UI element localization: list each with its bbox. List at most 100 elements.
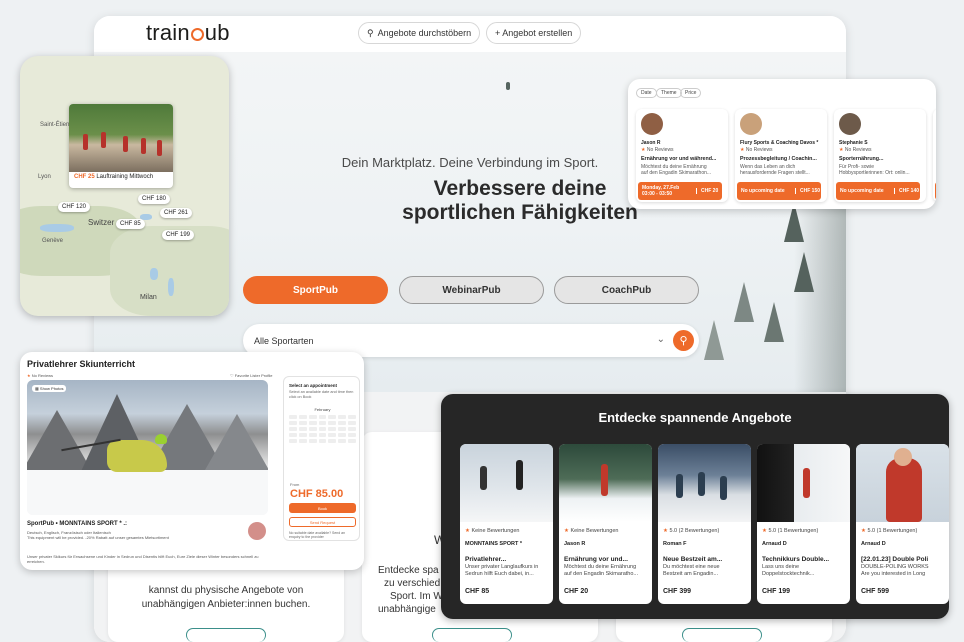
- offer-detail-card: Privatlehrer Skiunterricht ★ No Reviews …: [20, 352, 364, 570]
- info-cta-button[interactable]: [682, 628, 762, 642]
- book-button[interactable]: Book: [289, 503, 356, 513]
- calendar-day[interactable]: [289, 439, 297, 443]
- calendar-day[interactable]: [308, 427, 317, 431]
- browse-offers-button[interactable]: ⚲ Angebote durchstöbern: [358, 22, 481, 44]
- provider-avatar[interactable]: [248, 522, 266, 540]
- description-line: auf den Engadin Skimarathon...: [641, 170, 712, 176]
- discover-offer-card[interactable]: ★ 5.0 (1 Bewertungen) Arnaud D Technikku…: [757, 444, 850, 604]
- calendar-day[interactable]: [338, 433, 347, 437]
- browse-offers-label: Angebote durchstöbern: [377, 28, 472, 38]
- description-line: Du möchtest eine neue: [663, 564, 720, 570]
- create-offer-button[interactable]: + Angebot erstellen: [486, 22, 582, 44]
- calendar-day[interactable]: [318, 439, 327, 443]
- map-price-marker[interactable]: CHF 199: [162, 230, 195, 240]
- calendar-day[interactable]: [328, 415, 337, 419]
- date-price-bar[interactable]: No upcoming date CHF 140: [836, 182, 920, 200]
- calendar-day[interactable]: [289, 415, 297, 419]
- provider-name: Jason R: [641, 140, 661, 146]
- description-line: Möchtest du deine Ernährung: [564, 564, 637, 570]
- calendar-day[interactable]: [328, 439, 337, 443]
- review-count: No Reviews: [844, 147, 872, 153]
- filter-date[interactable]: Date: [636, 88, 657, 98]
- calendar-day[interactable]: [328, 421, 337, 425]
- map-price-marker[interactable]: CHF 120: [58, 202, 91, 212]
- calendar-day[interactable]: [289, 433, 297, 437]
- trainpub-logo[interactable]: train ub: [146, 20, 230, 46]
- filter-theme[interactable]: Theme: [656, 88, 682, 98]
- calendar-day[interactable]: [338, 427, 347, 431]
- ski-photo[interactable]: ▦ Show Photos: [27, 380, 268, 515]
- map-price-marker[interactable]: CHF 180: [138, 194, 171, 204]
- map-preview-card[interactable]: Saint-Étienne Lyon Genève Switzer Milan …: [20, 56, 229, 316]
- calendar-grid[interactable]: [289, 415, 356, 443]
- date-price-bar[interactable]: No upcoming date CHF 150: [737, 182, 821, 200]
- map-price-marker[interactable]: CHF 261: [160, 208, 193, 218]
- calendar-day[interactable]: [289, 427, 297, 431]
- discover-offer-card[interactable]: ★ Keine Bewertungen MONNTAINS SPORT * Pr…: [460, 444, 553, 604]
- star-icon: ★: [641, 147, 646, 153]
- calendar-day[interactable]: [328, 427, 337, 431]
- calendar-day[interactable]: [308, 421, 317, 425]
- calendar-day[interactable]: [298, 427, 307, 431]
- discover-offer-card[interactable]: ★ Keine Bewertungen Jason R Ernährung vo…: [559, 444, 652, 604]
- tab-webinarpub[interactable]: WebinarPub: [399, 276, 544, 304]
- offer-card[interactable]: Stephanie S ★ No Reviews Sporternährung.…: [834, 109, 926, 202]
- offer-card[interactable]: Flury Sports & Coaching Davos * ★ No Rev…: [735, 109, 827, 202]
- calendar-day[interactable]: [298, 415, 307, 419]
- map-lake: [168, 278, 174, 296]
- discover-offer-card[interactable]: ★ 5.0 (1 Bewertungen) Arnaud D [22.01.23…: [856, 444, 949, 604]
- offer-price: CHF 599: [861, 588, 890, 595]
- calendar-day[interactable]: [318, 433, 327, 437]
- discover-offer-card[interactable]: ★ 5.0 (2 Bewertungen) Roman F Neue Bestz…: [658, 444, 751, 604]
- calendar-day[interactable]: [338, 421, 347, 425]
- calendar-day[interactable]: [298, 421, 307, 425]
- calendar-day[interactable]: [348, 415, 356, 419]
- calendar-day[interactable]: [298, 433, 307, 437]
- info-text-line: kannst du physische Angebote von: [148, 585, 304, 596]
- offer-description: Möchtest du deine Ernährung auf den Engad…: [641, 164, 725, 176]
- calendar-day[interactable]: [348, 421, 356, 425]
- tab-sportpub[interactable]: SportPub: [243, 276, 388, 304]
- calendar-day[interactable]: [318, 427, 327, 431]
- detail-description: Unser privater Skikurs für Erwachsene un…: [27, 554, 259, 564]
- offer-card[interactable]: Jason R ★ No Reviews Ernährung vor und w…: [636, 109, 728, 202]
- skier-figure: [698, 472, 705, 496]
- description-line: Are you interested in Long: [861, 571, 926, 577]
- calendar-day[interactable]: [328, 433, 337, 437]
- filter-price[interactable]: Price: [680, 88, 702, 98]
- calendar-day[interactable]: [348, 433, 356, 437]
- info-cta-button[interactable]: [186, 628, 266, 642]
- info-text-line: Entdecke spa: [378, 565, 439, 576]
- calendar-day[interactable]: [318, 421, 327, 425]
- calendar-day[interactable]: [348, 427, 356, 431]
- search-submit-icon[interactable]: ⚲: [673, 330, 694, 351]
- tab-coachpub[interactable]: CoachPub: [554, 276, 699, 304]
- calendar-day[interactable]: [308, 415, 317, 419]
- calendar-day[interactable]: [338, 415, 347, 419]
- send-request-button[interactable]: Send Request: [289, 517, 356, 527]
- favorite-link[interactable]: ♡ Favorite Lister Profile: [230, 373, 273, 378]
- calendar-day[interactable]: [308, 433, 317, 437]
- review-count: 5.0 (1 Bewertungen): [768, 528, 819, 534]
- chevron-down-icon[interactable]: ⌄: [657, 334, 665, 345]
- calendar-day[interactable]: [338, 439, 347, 443]
- search-icon: ⚲: [367, 27, 374, 38]
- calendar-month[interactable]: February: [284, 407, 361, 412]
- calendar-day[interactable]: [308, 439, 317, 443]
- calendar-day[interactable]: [318, 415, 327, 419]
- calendar-day[interactable]: [289, 421, 297, 425]
- offer-card-partial[interactable]: [933, 109, 936, 202]
- booking-panel: Select an appointment Select an availabl…: [283, 376, 360, 541]
- offer-price: CHF 399: [663, 588, 692, 595]
- skier-figure: [676, 474, 683, 498]
- calendar-day[interactable]: [298, 439, 307, 443]
- map-price-marker[interactable]: CHF 85: [116, 219, 145, 229]
- snow-slope: [27, 470, 268, 515]
- map-popup[interactable]: CHF 25 Lauftraining Mittwoch: [69, 104, 173, 188]
- popup-title: Lauftraining Mittwoch: [96, 174, 154, 180]
- info-cta-button[interactable]: [432, 628, 512, 642]
- calendar-day[interactable]: [348, 439, 356, 443]
- show-photos-button[interactable]: ▦ Show Photos: [32, 385, 67, 392]
- detail-info: Deutsch, Englisch, Französisch oder Ital…: [27, 530, 227, 540]
- date-price-bar[interactable]: Monday, 27.Feb 03:00 - 03:50 CHF 20: [638, 182, 722, 200]
